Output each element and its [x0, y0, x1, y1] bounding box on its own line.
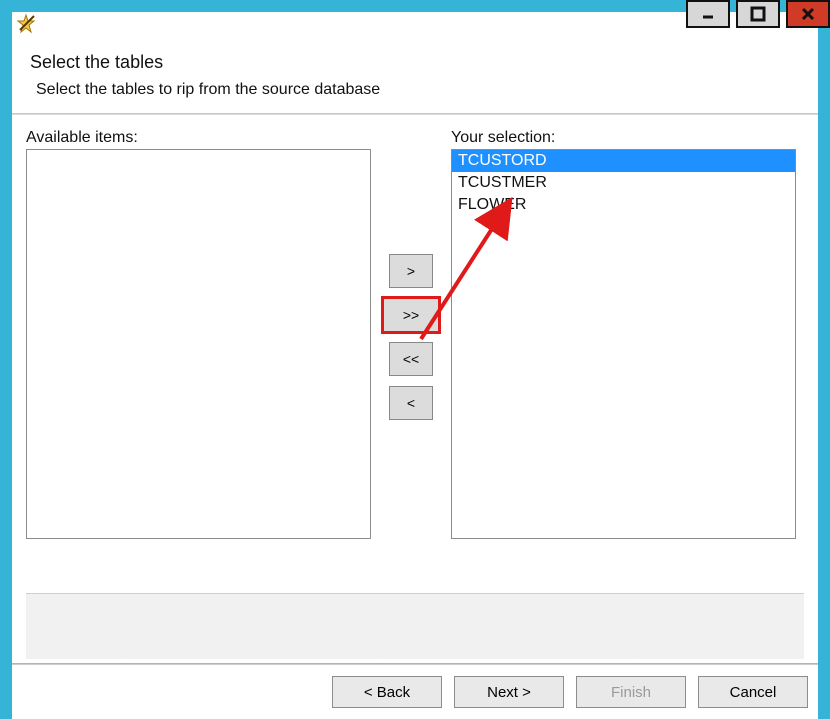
available-listbox[interactable]	[26, 149, 371, 539]
titlebar	[12, 12, 818, 42]
add-button[interactable]: >	[389, 254, 433, 288]
list-item[interactable]: FLOWER	[452, 194, 795, 216]
window-controls	[686, 0, 830, 28]
footer-pad	[26, 593, 804, 659]
wizard-body: Available items: > >> << < Your selectio…	[12, 115, 818, 663]
available-column: Available items:	[26, 129, 371, 539]
wizard-header: Select the tables Select the tables to r…	[12, 42, 818, 105]
move-buttons-column: > >> << <	[371, 129, 451, 544]
page-subtitle: Select the tables to rip from the source…	[36, 81, 800, 99]
cancel-button[interactable]: Cancel	[698, 676, 808, 708]
dual-list-picker: Available items: > >> << < Your selectio…	[26, 129, 804, 544]
wizard-nav: < Back Next > Finish Cancel	[12, 665, 818, 719]
body-spacer	[26, 544, 804, 593]
close-button[interactable]	[786, 0, 830, 28]
list-item[interactable]: TCUSTMER	[452, 172, 795, 194]
next-button[interactable]: Next >	[454, 676, 564, 708]
remove-button[interactable]: <	[389, 386, 433, 420]
dialog-window: Select the tables Select the tables to r…	[0, 0, 830, 719]
page-title: Select the tables	[30, 52, 800, 73]
selection-column: Your selection: TCUSTORDTCUSTMERFLOWER	[451, 129, 796, 539]
minimize-button[interactable]	[686, 0, 730, 28]
remove-all-button[interactable]: <<	[389, 342, 433, 376]
add-all-button[interactable]: >>	[383, 298, 439, 332]
back-button[interactable]: < Back	[332, 676, 442, 708]
selection-listbox[interactable]: TCUSTORDTCUSTMERFLOWER	[451, 149, 796, 539]
wizard-icon	[16, 14, 36, 34]
finish-button[interactable]: Finish	[576, 676, 686, 708]
list-item[interactable]: TCUSTORD	[452, 150, 795, 172]
selection-label: Your selection:	[451, 129, 796, 147]
available-label: Available items:	[26, 129, 371, 147]
maximize-button[interactable]	[736, 0, 780, 28]
